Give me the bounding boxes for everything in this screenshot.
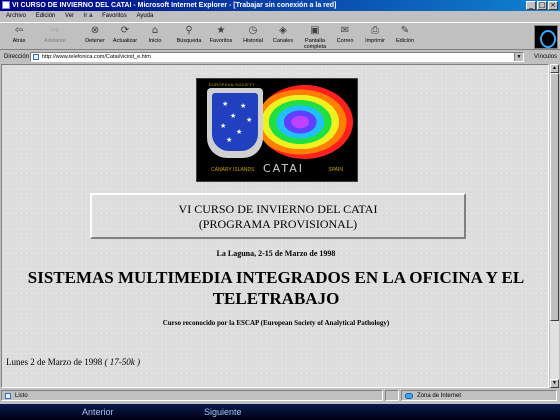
links-label[interactable]: Vínculos [534,51,557,63]
menu-ayuda[interactable]: Ayuda [136,13,153,19]
history-button[interactable]: ◷ Historial [238,25,268,49]
channels-icon: ◈ [279,25,287,36]
browser-window: VI CURSO DE INVIERNO DEL CATAI - Microso… [0,0,560,404]
edit-button[interactable]: ✎ Edición [390,25,420,49]
home-button[interactable]: ⌂ Inicio [140,25,170,49]
minimize-button[interactable]: _ [526,1,536,10]
course-title: VI CURSO DE INVIERNO DEL CATAI [178,202,378,216]
scroll-down-icon[interactable]: ▼ [550,379,559,388]
page-icon [5,393,11,399]
mail-icon: ✉ [340,25,350,36]
window-controls: _ □ × [526,1,558,10]
fullscreen-button[interactable]: ▣ Pantalla completa [300,25,330,50]
print-button[interactable]: ⎙ Imprimir [360,25,390,49]
title-bar[interactable]: VI CURSO DE INVIERNO DEL CATAI - Microso… [0,0,560,11]
logo-text-catai: CATAI [263,162,304,175]
ie-app-icon[interactable] [2,1,10,9]
star-icon: ★ [222,100,229,108]
day-size: ( 17-50k ) [104,357,140,367]
logo-rainbow-rings [257,85,353,159]
logo-shield-icon: ★ ★ ★ ★ ★ ★ ★ [207,88,263,158]
status-bar: Listo Zona de Internet [0,389,560,402]
menu-edicion[interactable]: Edición [36,13,56,19]
internet-zone-icon [405,393,413,399]
page-icon [33,54,39,60]
forward-arrow-icon: ⇨ [50,25,60,36]
catai-logo: EUROPEAN SOCIETY ... ★ ★ ★ ★ ★ ★ ★ CANAR… [196,78,358,182]
course-subtitle: (PROGRAMA PROVISIONAL) [198,217,358,231]
star-icon: ★ [246,116,253,124]
page-content: EUROPEAN SOCIETY ... ★ ★ ★ ★ ★ ★ ★ CANAR… [1,64,549,388]
favorites-button[interactable]: ★ Favoritos [206,25,236,49]
star-icon: ★ [240,102,247,110]
favorites-icon: ★ [216,25,226,36]
channels-button[interactable]: ◈ Canales [268,25,298,49]
slide-nav-bar: Anterior Siguiente [0,404,560,420]
window-title: VI CURSO DE INVIERNO DEL CATAI - Microso… [12,2,337,9]
search-icon: ⚲ [185,25,193,36]
status-text: Listo [15,393,28,399]
escap-note: Curso reconocido por la ESCAP (European … [162,319,390,327]
fullscreen-icon: ▣ [310,25,320,36]
back-button[interactable]: ⇦ Atrás [4,25,34,49]
menu-ver[interactable]: Ver [65,13,74,19]
star-icon: ★ [220,122,227,130]
star-icon: ★ [226,136,233,144]
maximize-button[interactable]: □ [537,1,547,10]
scroll-thumb[interactable] [550,73,559,321]
stop-icon: ⊗ [90,25,100,36]
address-bar: Dirección http://www.telefonica.com/Cata… [0,51,560,63]
menu-favoritos[interactable]: Favoritos [102,13,127,19]
previous-button[interactable]: Anterior [82,406,114,418]
toolbar: ⇦ Atrás ⇨ Adelante ⊗ Detener ⟳ Actualizar ⌂ I… [0,22,560,50]
refresh-button[interactable]: ⟳ Actualizar [110,25,140,49]
menu-archivo[interactable]: Archivo [6,13,26,19]
zone-text: Zona de Internet [417,393,462,399]
logo-text-left: CANARY ISLANDS [211,167,255,173]
menu-ir-a[interactable]: Ir a [84,13,93,19]
address-label: Dirección [4,54,30,60]
logo-top-caption: EUROPEAN SOCIETY ... [209,82,261,87]
search-button[interactable]: ⚲ Búsqueda [174,25,204,49]
page-heading: SISTEMAS MULTIMEDIA INTEGRADOS EN LA OFI… [27,268,525,308]
edit-icon: ✎ [400,25,410,36]
menu-bar: Archivo Edición Ver Ir a Favoritos Ayuda [0,11,560,21]
address-input[interactable]: http://www.telefonica.com/Catai/vicinit_… [30,52,524,62]
status-progress-cell [385,390,399,401]
day-link-line: Lunes 2 de Marzo de 1998 ( 17-50k ) [6,357,140,367]
scroll-up-icon[interactable]: ▲ [550,64,559,73]
print-icon: ⎙ [371,25,379,36]
back-arrow-icon: ⇦ [14,25,24,36]
mail-button[interactable]: ✉ Correo [330,25,360,49]
course-title-box: VI CURSO DE INVIERNO DEL CATAI (PROGRAMA… [90,193,466,239]
forward-button[interactable]: ⇨ Adelante [40,25,70,49]
refresh-icon: ⟳ [120,25,130,36]
logo-text-right: SPAIN [328,167,343,173]
home-icon: ⌂ [151,25,159,36]
star-icon: ★ [236,128,243,136]
address-url[interactable]: http://www.telefonica.com/Catai/vicinit_… [42,53,151,61]
chevron-down-icon[interactable]: ▼ [514,53,523,61]
star-icon: ★ [230,112,237,120]
next-button[interactable]: Siguiente [204,406,242,418]
close-button[interactable]: × [548,1,558,10]
location-date: La Laguna, 2-15 de Marzo de 1998 [216,249,336,258]
logo-bottom-band: CANARY ISLANDS CATAI SPAIN [207,162,349,177]
ie-throbber-icon [534,25,558,49]
day-link[interactable]: Lunes 2 de Marzo de 1998 [6,357,102,367]
stop-button[interactable]: ⊗ Detener [80,25,110,49]
history-icon: ◷ [248,25,258,36]
vertical-scrollbar[interactable]: ▲ ▼ [550,64,559,388]
